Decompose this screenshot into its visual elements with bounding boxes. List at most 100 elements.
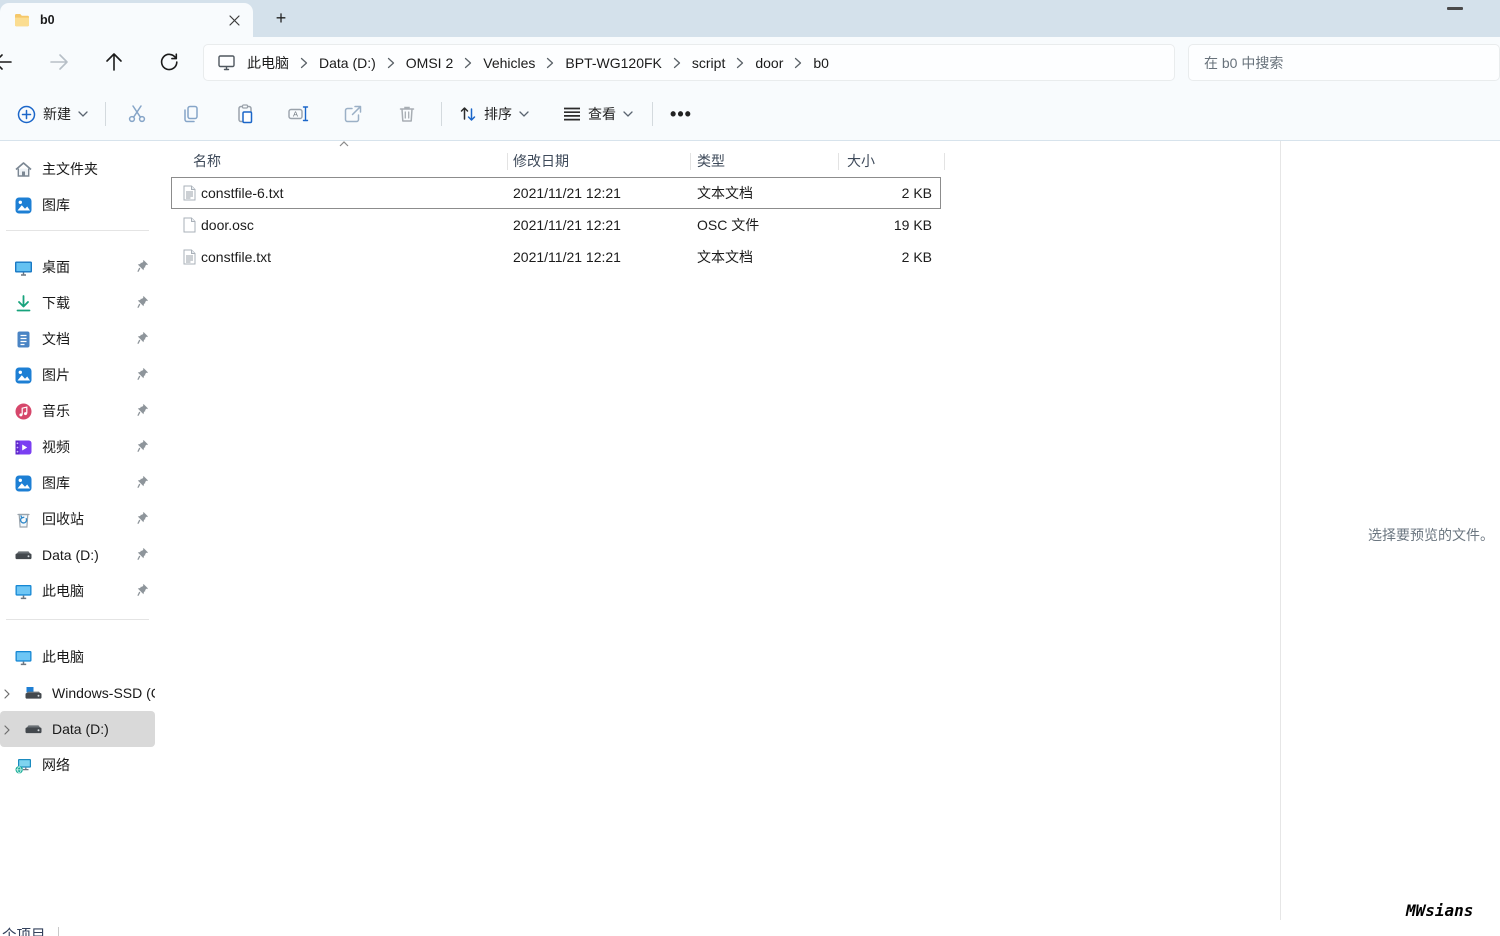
home-icon (14, 160, 33, 179)
windows-drive-icon (24, 684, 43, 703)
sidebar-item-label: 视频 (42, 437, 70, 457)
breadcrumb-item[interactable]: Data (D:) (308, 55, 387, 71)
svg-text:A: A (293, 110, 298, 119)
chevron-right-icon[interactable] (2, 688, 12, 700)
sidebar-item-label: 图库 (42, 195, 70, 215)
file-date-modified: 2021/11/21 12:21 (513, 241, 621, 273)
column-header[interactable]: 大小 (847, 146, 875, 176)
column-separator[interactable] (690, 153, 691, 170)
sidebar-item[interactable]: Windows-SSD (C: (0, 675, 155, 711)
new-button[interactable]: 新建 (8, 96, 97, 132)
breadcrumb-item[interactable]: 此电脑 (236, 53, 300, 73)
column-header[interactable]: 修改日期 (513, 146, 569, 176)
osc-file-icon (181, 217, 197, 233)
search-box (1188, 44, 1500, 81)
preview-pane: 选择要预览的文件。 (1281, 141, 1500, 920)
sidebar-item[interactable]: 回收站 (0, 501, 155, 537)
sidebar-item[interactable]: 文档 (0, 321, 155, 357)
rename-icon: A (288, 104, 310, 124)
sidebar-item-label: 文档 (42, 329, 70, 349)
refresh-button[interactable] (157, 50, 181, 74)
file-name: constfile.txt (201, 241, 271, 273)
sidebar-divider (6, 619, 149, 620)
file-row[interactable]: constfile.txt2021/11/21 12:21文本文档2 KB (171, 241, 941, 273)
pin-icon (135, 259, 149, 273)
sort-asc-caret-icon (338, 140, 350, 148)
view-button[interactable]: 查看 (554, 96, 642, 132)
column-separator[interactable] (838, 153, 839, 170)
sidebar-item[interactable]: 网络 (0, 747, 155, 783)
chevron-right-icon[interactable] (2, 724, 12, 736)
back-button[interactable] (0, 50, 15, 74)
clipboard-icon (235, 104, 255, 124)
file-row[interactable]: constfile-6.txt2021/11/21 12:21文本文档2 KB (171, 177, 941, 209)
status-separator (58, 927, 59, 936)
sidebar-item-label: 下载 (42, 293, 70, 313)
drive-icon (24, 720, 43, 739)
column-separator[interactable] (507, 153, 508, 170)
sidebar-item[interactable]: 图库 (0, 465, 155, 501)
plus-circle-icon (17, 105, 36, 124)
breadcrumb-item[interactable]: OMSI 2 (395, 55, 464, 71)
file-date-modified: 2021/11/21 12:21 (513, 177, 621, 209)
sidebar-item[interactable]: Data (D:) (0, 711, 155, 747)
sidebar-item[interactable]: 音乐 (0, 393, 155, 429)
delete-button[interactable] (387, 96, 427, 132)
column-headers: 名称 修改日期 类型 大小 (171, 146, 946, 176)
sidebar-item-label: 图片 (42, 365, 70, 385)
trash-icon (397, 104, 417, 124)
rename-button[interactable]: A (279, 96, 319, 132)
tab-title: b0 (40, 13, 223, 27)
tab-close-icon[interactable] (223, 9, 245, 31)
sidebar-item[interactable]: 视频 (0, 429, 155, 465)
up-button[interactable] (102, 50, 126, 74)
this-pc-icon (14, 648, 33, 667)
new-tab-button[interactable]: + (269, 7, 293, 31)
file-list: 名称 修改日期 类型 大小 constfile-6.txt2021/11/21 12:… (155, 141, 1280, 920)
breadcrumb-item[interactable]: Vehicles (472, 55, 546, 71)
sidebar-item[interactable]: 此电脑 (0, 573, 155, 609)
sidebar-item[interactable]: 主文件夹 (0, 151, 155, 187)
sort-button-label: 排序 (484, 104, 512, 124)
breadcrumb-chevron-icon (300, 57, 308, 69)
desktop-icon (14, 258, 33, 277)
search-input[interactable] (1188, 44, 1500, 81)
column-header[interactable]: 类型 (697, 146, 725, 176)
forward-button[interactable] (47, 50, 71, 74)
toolbar-separator (441, 102, 442, 126)
status-bar: 个项目 (0, 920, 1500, 936)
pin-icon (135, 547, 149, 561)
file-size: 2 KB (902, 177, 932, 209)
sidebar-item[interactable]: 图片 (0, 357, 155, 393)
file-row[interactable]: door.osc2021/11/21 12:21OSC 文件19 KB (171, 209, 941, 241)
txt-file-icon (181, 249, 197, 265)
more-options-button[interactable]: ••• (661, 96, 701, 132)
share-button[interactable] (333, 96, 373, 132)
toolbar-separator (652, 102, 653, 126)
breadcrumb-item[interactable]: BPT-WG120FK (554, 55, 672, 71)
breadcrumb-item[interactable]: b0 (802, 55, 840, 71)
column-header[interactable]: 名称 (193, 146, 221, 176)
explorer-tab[interactable]: b0 (0, 3, 253, 37)
sidebar-item[interactable]: Data (D:) (0, 537, 155, 573)
breadcrumb-item[interactable]: door (744, 55, 794, 71)
sidebar-item[interactable]: 下载 (0, 285, 155, 321)
file-size: 19 KB (894, 209, 932, 241)
new-button-label: 新建 (43, 104, 71, 124)
paste-button[interactable] (225, 96, 265, 132)
sidebar-item[interactable]: 桌面 (0, 249, 155, 285)
sidebar-item[interactable]: 图库 (0, 187, 155, 223)
minimize-icon[interactable] (1447, 7, 1463, 10)
breadcrumb-item[interactable]: script (681, 55, 736, 71)
pictures-icon (14, 366, 33, 385)
sidebar-item-label: 图库 (42, 473, 70, 493)
sidebar-item-label: 桌面 (42, 257, 70, 277)
copy-button[interactable] (171, 96, 211, 132)
column-separator[interactable] (944, 153, 945, 170)
sort-button[interactable]: 排序 (450, 96, 538, 132)
pin-icon (135, 295, 149, 309)
cut-button[interactable] (117, 96, 157, 132)
preview-empty-text: 选择要预览的文件。 (1368, 525, 1494, 545)
view-lines-icon (563, 106, 581, 122)
sidebar-item[interactable]: 此电脑 (0, 639, 155, 675)
